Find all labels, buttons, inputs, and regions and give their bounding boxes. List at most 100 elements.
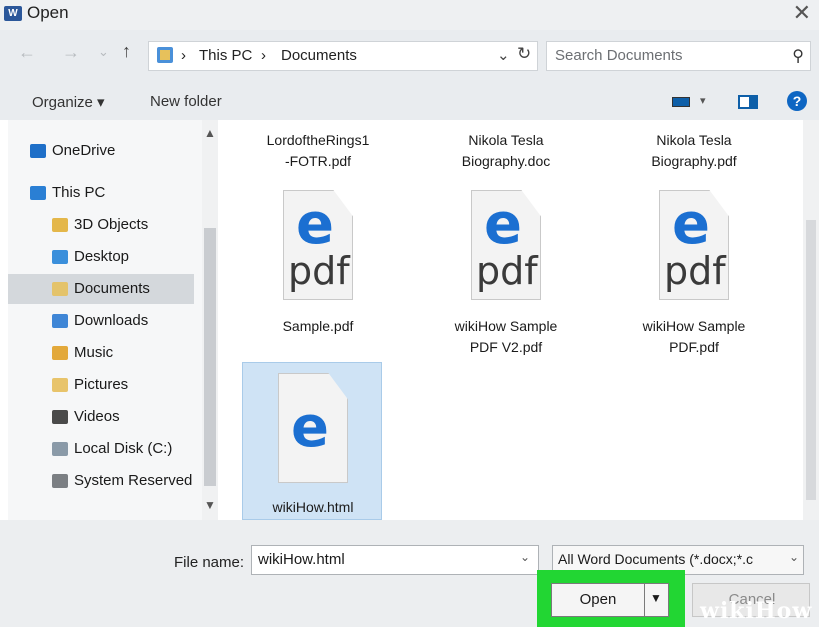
videos-folder-icon: [52, 410, 68, 424]
address-bar[interactable]: › This PC › Documents ⌄ ↻: [148, 41, 538, 71]
recent-locations-icon[interactable]: ⌄: [98, 44, 109, 60]
sidebar-item-label: Local Disk (C:): [74, 440, 173, 457]
pdf-document-icon: e pdf: [659, 190, 729, 300]
sidebar-item-system-reserved[interactable]: System Reserved: [8, 466, 194, 496]
file-name-label: File name:: [174, 554, 245, 571]
sidebar-item-label: 3D Objects: [74, 216, 149, 233]
search-input[interactable]: Search Documents: [555, 47, 683, 64]
file-name-text: wikiHow Sample: [454, 318, 558, 334]
chevron-down-icon[interactable]: ⌄: [520, 550, 530, 564]
file-name-text: LordoftheRings1: [266, 132, 370, 148]
file-name-text: Sample.pdf: [282, 318, 354, 334]
sidebar-item-label: Downloads: [74, 312, 149, 329]
change-view-icon[interactable]: [672, 97, 690, 107]
sidebar-item-label: Music: [74, 344, 114, 361]
sidebar-item-videos[interactable]: Videos: [8, 402, 194, 432]
refresh-icon[interactable]: ↻: [517, 44, 531, 64]
file-name-text: Nikola Tesla: [656, 132, 732, 148]
pdf-label-icon: pdf: [476, 249, 538, 293]
documents-folder-icon: [52, 282, 68, 296]
file-item[interactable]: Nikola Tesla Biography.doc: [436, 130, 576, 176]
chevron-down-icon[interactable]: ⌄: [789, 550, 799, 564]
edge-logo-icon: e: [296, 192, 334, 257]
open-button-label: Open: [579, 591, 617, 608]
close-icon[interactable]: ✕: [793, 0, 811, 26]
file-name-text: Nikola Tesla: [468, 132, 544, 148]
pdf-document-icon: e pdf: [283, 190, 353, 300]
up-level-icon[interactable]: ↑: [122, 41, 131, 62]
open-button[interactable]: Open ▼: [551, 583, 669, 617]
edge-logo-icon: e: [291, 395, 329, 460]
sidebar-item-3d-objects[interactable]: 3D Objects: [8, 210, 194, 240]
search-box[interactable]: Search Documents ⚲: [546, 41, 811, 71]
music-folder-icon: [52, 346, 68, 360]
cloud-icon: [30, 144, 46, 158]
open-options-caret-icon[interactable]: ▼: [650, 591, 662, 605]
sidebar-item-pictures[interactable]: Pictures: [8, 370, 194, 400]
navigation-pane: ▲ ▼ OneDrive This PC 3D Objects Desktop Docu…: [8, 120, 218, 520]
file-item[interactable]: Nikola Tesla Biography.pdf: [624, 130, 764, 176]
organize-button[interactable]: Organize ▾: [32, 93, 105, 111]
sidebar-item-label: System Reserved: [74, 472, 193, 489]
file-item[interactable]: LordoftheRings1 -FOTR.pdf: [248, 130, 388, 176]
back-arrow-icon[interactable]: ←: [18, 42, 36, 63]
edge-logo-icon: e: [672, 192, 710, 257]
file-list: LordoftheRings1 -FOTR.pdf Nikola Tesla Biog…: [218, 120, 819, 520]
command-toolbar: Organize ▾ New folder ▾ ?: [0, 82, 819, 120]
file-item[interactable]: e pdf Sample.pdf: [248, 190, 388, 366]
sidebar-item-label: Videos: [74, 408, 120, 425]
documents-folder-icon: [157, 47, 173, 63]
drive-icon: [52, 442, 68, 456]
file-item[interactable]: e wikiHow.html: [242, 362, 382, 520]
pdf-label-icon: pdf: [288, 249, 350, 293]
computer-icon: [30, 186, 46, 200]
sidebar-item-label: Desktop: [74, 248, 130, 265]
help-icon[interactable]: ?: [787, 91, 807, 111]
sidebar-item-this-pc[interactable]: This PC: [8, 178, 194, 208]
forward-arrow-icon[interactable]: →: [62, 42, 80, 63]
sidebar-item-music[interactable]: Music: [8, 338, 194, 368]
sidebar-scroll-thumb[interactable]: [204, 228, 216, 486]
breadcrumb-separator: ›: [261, 47, 266, 64]
downloads-folder-icon: [52, 314, 68, 328]
edge-logo-icon: e: [484, 192, 522, 257]
breadcrumb-this-pc[interactable]: This PC: [199, 47, 252, 64]
title-bar: W Open ✕: [0, 0, 819, 30]
file-name-text: PDF.pdf: [669, 339, 719, 355]
file-name-field[interactable]: wikiHow.html ⌄: [251, 545, 539, 575]
file-item[interactable]: e pdf wikiHow Sample PDF V2.pdf: [436, 190, 576, 366]
word-app-icon: W: [4, 6, 22, 21]
scroll-up-icon[interactable]: ▲: [204, 126, 216, 140]
pdf-label-icon: pdf: [664, 249, 726, 293]
sidebar-item-desktop[interactable]: Desktop: [8, 242, 194, 272]
sidebar-item-label: Documents: [74, 280, 150, 297]
file-name-value[interactable]: wikiHow.html: [258, 551, 345, 568]
drive-icon: [52, 474, 68, 488]
new-folder-button[interactable]: New folder: [150, 93, 222, 110]
sidebar-item-local-disk-c[interactable]: Local Disk (C:): [8, 434, 194, 464]
sidebar-item-documents[interactable]: Documents: [8, 274, 194, 304]
breadcrumb-documents[interactable]: Documents: [281, 47, 357, 64]
3d-objects-folder-icon: [52, 218, 68, 232]
file-name-text: Biography.doc: [461, 153, 551, 169]
sidebar-item-label: This PC: [52, 184, 106, 201]
sidebar-item-downloads[interactable]: Downloads: [8, 306, 194, 336]
html-document-icon: e: [278, 373, 348, 483]
file-name-text: Biography.pdf: [651, 153, 737, 169]
pdf-document-icon: e pdf: [471, 190, 541, 300]
file-item[interactable]: e pdf wikiHow Sample PDF.pdf: [624, 190, 764, 366]
pictures-folder-icon: [52, 378, 68, 392]
search-icon[interactable]: ⚲: [792, 46, 804, 66]
address-dropdown-icon[interactable]: ⌄: [497, 46, 510, 64]
view-options-caret-icon[interactable]: ▾: [700, 94, 706, 107]
sidebar-item-label: Pictures: [74, 376, 129, 393]
file-type-value[interactable]: All Word Documents (*.docx;*.c: [558, 551, 753, 567]
sidebar-item-onedrive[interactable]: OneDrive: [8, 136, 194, 166]
wikihow-watermark: wikiHow: [700, 598, 813, 624]
content-scroll-thumb[interactable]: [806, 220, 816, 500]
scroll-down-icon[interactable]: ▼: [204, 498, 216, 512]
window-title: Open: [27, 3, 69, 22]
navigation-bar: ← → ⌄ ↑ › This PC › Documents ⌄ ↻ Search…: [0, 30, 819, 82]
breadcrumb-separator: ›: [181, 47, 186, 64]
preview-pane-icon[interactable]: [738, 95, 758, 109]
